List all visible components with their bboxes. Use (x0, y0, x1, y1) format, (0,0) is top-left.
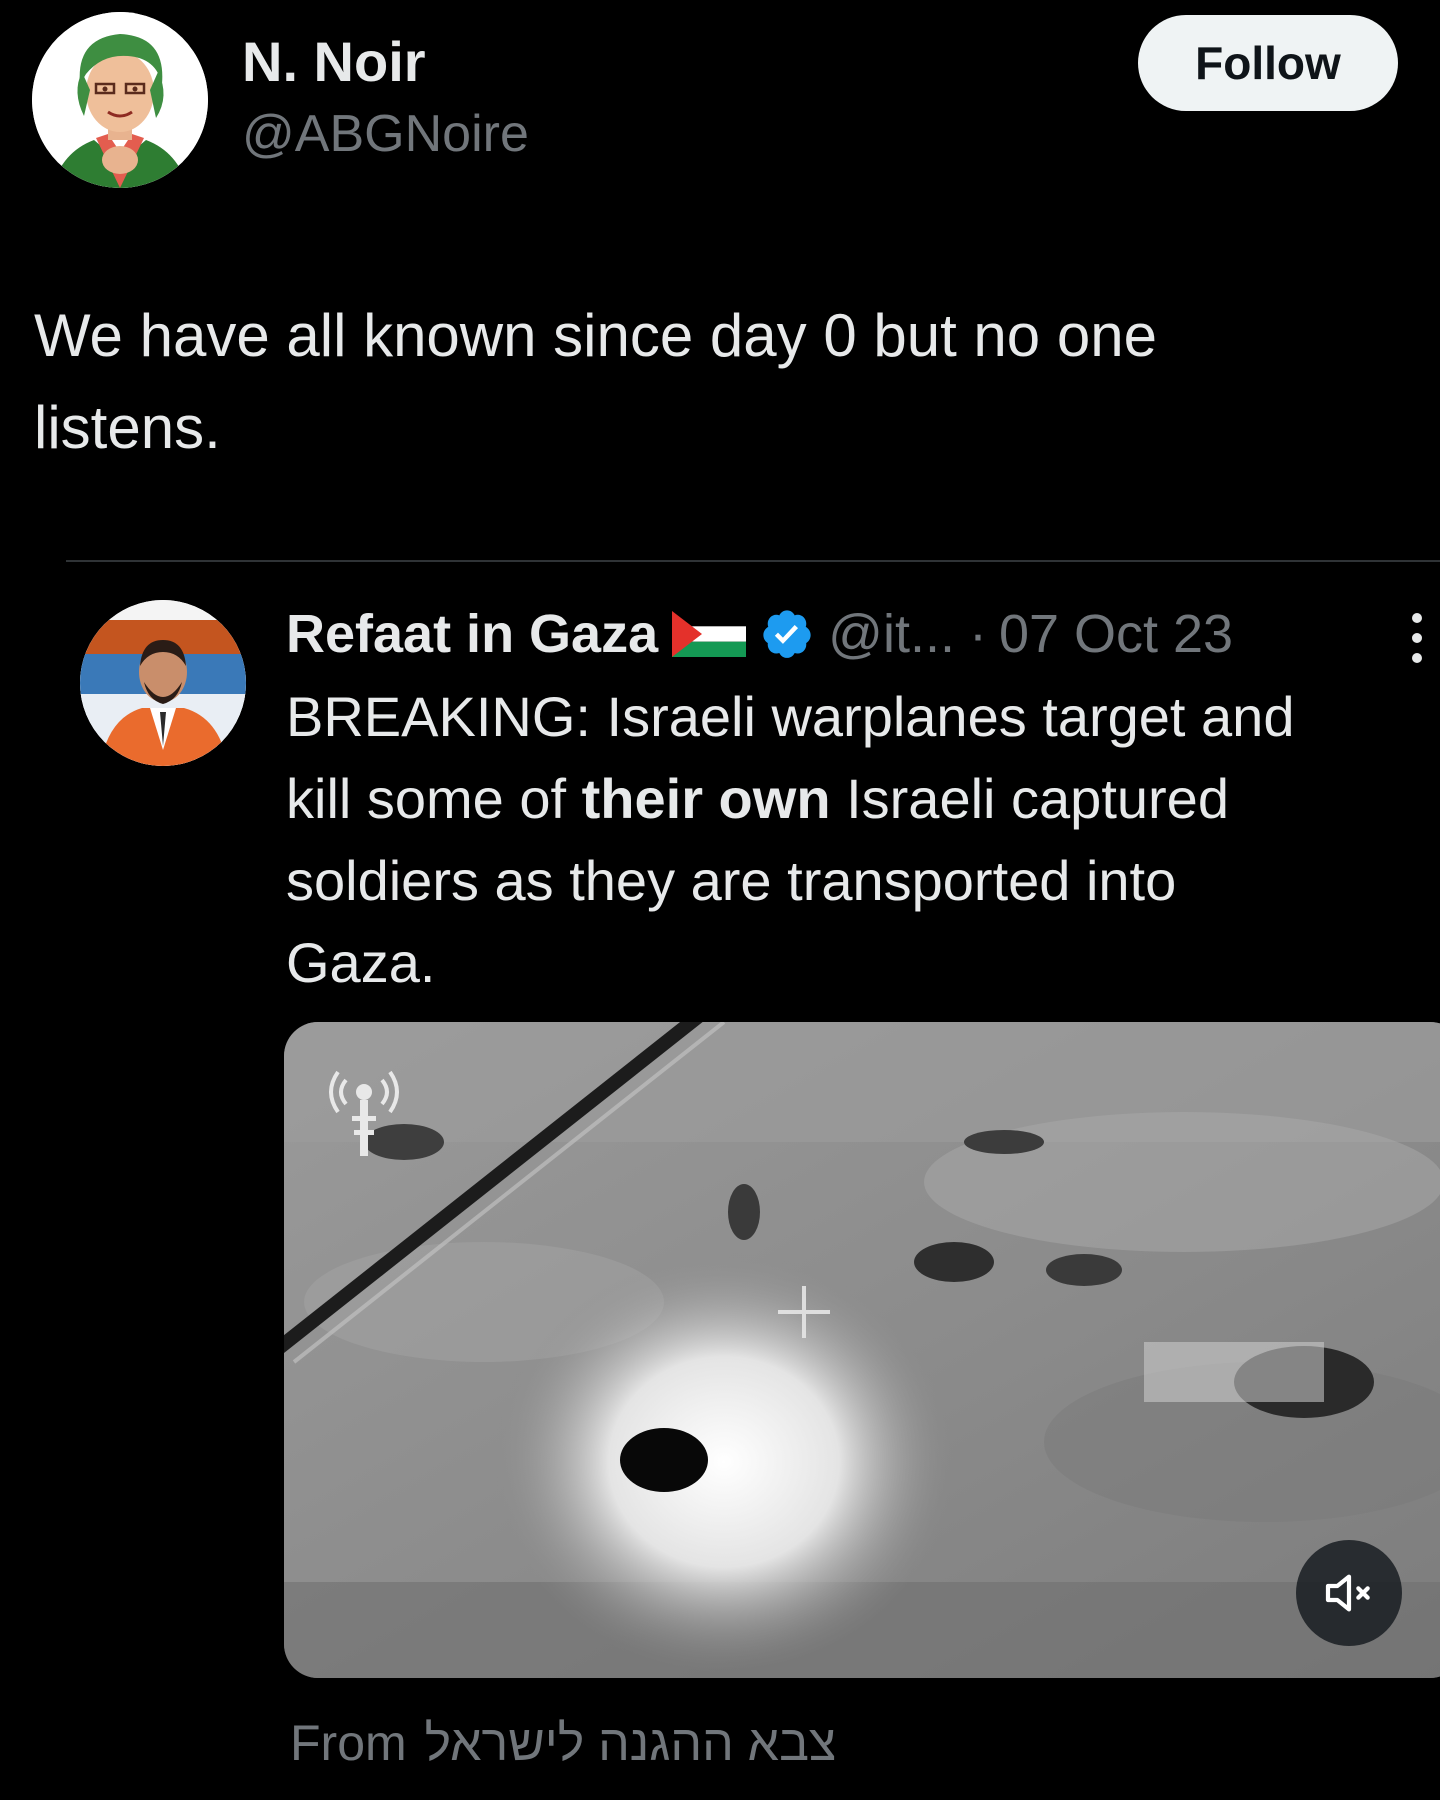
quoted-text-segment: kill some of (286, 767, 582, 830)
tweet-text-line: listens. (34, 394, 221, 461)
author-handle[interactable]: @ABGNoire (242, 108, 529, 160)
video-player[interactable] (284, 1022, 1440, 1678)
video-source[interactable]: From צבא ההגנה לישראל (290, 1718, 836, 1768)
quoted-author-avatar[interactable] (80, 600, 246, 766)
quoted-text-line: BREAKING: Israeli warplanes target and (286, 685, 1295, 748)
author-avatar[interactable] (32, 12, 208, 188)
quoted-text-line: soldiers as they are transported into (286, 849, 1177, 912)
cartoon-portrait-icon (32, 12, 208, 188)
quoted-tweet-text: BREAKING: Israeli warplanes target and k… (286, 676, 1426, 1004)
author-display-name[interactable]: N. Noir (242, 34, 426, 90)
header-separator: · (968, 604, 987, 664)
quoted-tweet-header: Refaat in Gaza @it... · 07 Oct 23 (286, 604, 1233, 664)
from-label: From (290, 1715, 407, 1771)
mute-button[interactable] (1296, 1540, 1402, 1646)
from-source-name[interactable]: צבא ההגנה לישראל (425, 1715, 837, 1771)
quoted-author-handle[interactable]: @it... (828, 603, 955, 665)
tweet-text: We have all known since day 0 but no one… (34, 290, 1374, 474)
quoted-text-segment: Israeli captured (830, 767, 1229, 830)
quoted-author-name[interactable]: Refaat in Gaza (286, 603, 658, 665)
person-portrait-icon (80, 600, 246, 766)
antenna-logo-icon (324, 1052, 404, 1162)
quoted-text-bold: their own (581, 767, 831, 830)
follow-button[interactable]: Follow (1138, 15, 1398, 111)
palestine-flag-icon (672, 611, 747, 657)
thermal-footage (284, 1022, 1440, 1678)
more-options-icon[interactable] (1402, 608, 1432, 668)
tweet-page: N. Noir @ABGNoire Follow We have all kno… (0, 0, 1440, 1800)
quoted-text-line: Gaza. (286, 931, 436, 994)
verified-badge-icon (760, 607, 814, 661)
quoted-tweet-date[interactable]: 07 Oct 23 (999, 603, 1233, 665)
quote-divider (66, 560, 1440, 562)
volume-muted-icon (1325, 1574, 1370, 1612)
tweet-text-line: We have all known since day 0 but no one (34, 302, 1157, 369)
